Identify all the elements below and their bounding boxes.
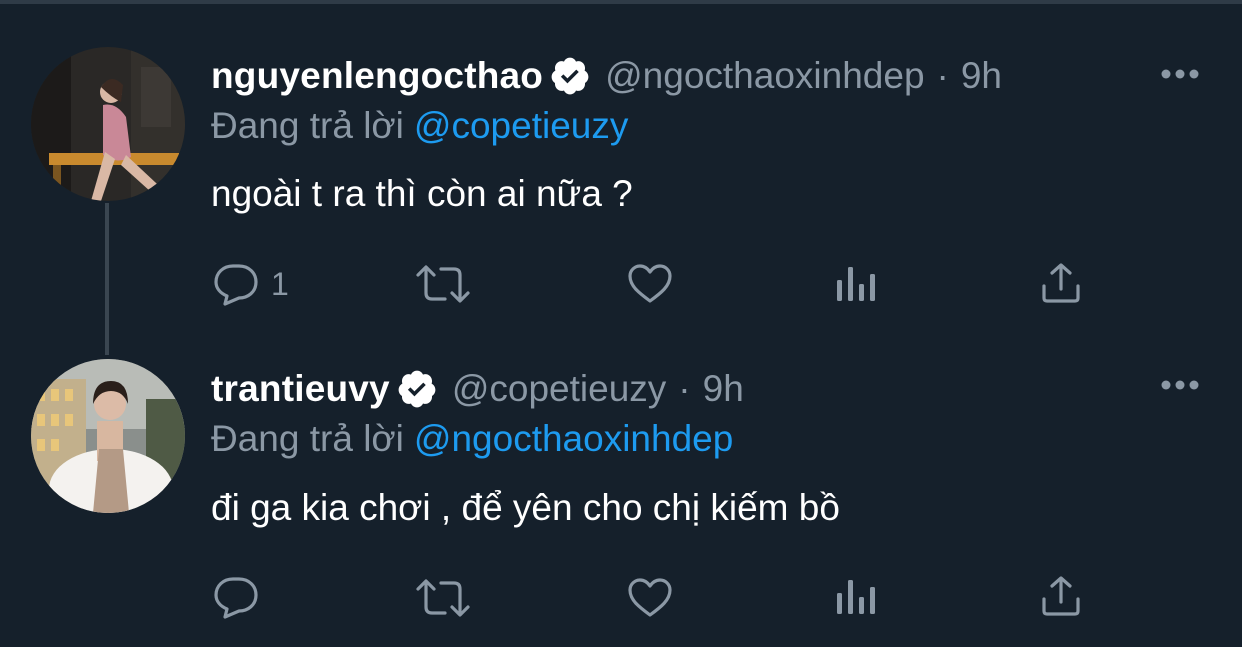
like-button[interactable] bbox=[627, 263, 673, 305]
display-name[interactable]: nguyenlengocthao bbox=[211, 55, 543, 97]
like-button[interactable] bbox=[627, 577, 673, 619]
analytics-icon bbox=[836, 577, 876, 615]
reply-icon bbox=[213, 262, 259, 306]
heart-icon bbox=[627, 263, 673, 305]
replying-to-label: Đang trả lời bbox=[211, 105, 404, 146]
more-options-icon[interactable] bbox=[1160, 378, 1200, 392]
timestamp[interactable]: 9h bbox=[703, 368, 744, 410]
replying-to-label: Đang trả lời bbox=[211, 418, 404, 459]
verified-badge-icon bbox=[396, 368, 438, 410]
avatar[interactable] bbox=[31, 47, 185, 201]
tweet-header: nguyenlengocthao @ngocthaoxinhdep · 9h bbox=[211, 48, 1002, 104]
reply-button[interactable] bbox=[213, 575, 271, 619]
replying-to: Đang trả lời @copetieuzy bbox=[211, 105, 628, 147]
share-button[interactable] bbox=[1040, 262, 1082, 304]
share-button[interactable] bbox=[1040, 575, 1082, 617]
more-options-icon[interactable] bbox=[1160, 67, 1200, 81]
retweet-button[interactable] bbox=[415, 263, 471, 305]
tweet-text: ngoài t ra thì còn ai nữa ? bbox=[211, 173, 633, 214]
separator-dot: · bbox=[936, 55, 949, 96]
separator-dot: · bbox=[678, 368, 691, 409]
user-handle[interactable]: @ngocthaoxinhdep bbox=[605, 55, 924, 97]
tweet-text: đi ga kia chơi , để yên cho chị kiếm bồ bbox=[211, 487, 840, 528]
user-handle[interactable]: @copetieuzy bbox=[452, 368, 666, 410]
replying-to-handle[interactable]: @copetieuzy bbox=[414, 105, 628, 146]
share-icon bbox=[1040, 262, 1082, 304]
retweet-icon bbox=[415, 577, 471, 619]
top-divider bbox=[0, 0, 1242, 4]
verified-badge-icon bbox=[549, 55, 591, 97]
retweet-button[interactable] bbox=[415, 577, 471, 619]
heart-icon bbox=[627, 577, 673, 619]
display-name[interactable]: trantieuvy bbox=[211, 368, 390, 410]
share-icon bbox=[1040, 575, 1082, 617]
analytics-button[interactable] bbox=[836, 577, 876, 615]
replying-to-handle[interactable]: @ngocthaoxinhdep bbox=[414, 418, 733, 459]
replying-to: Đang trả lời @ngocthaoxinhdep bbox=[211, 418, 733, 460]
avatar[interactable] bbox=[31, 359, 185, 513]
reply-button[interactable]: 1 bbox=[213, 262, 289, 306]
analytics-button[interactable] bbox=[836, 264, 876, 302]
thread-connector-line bbox=[105, 203, 109, 355]
reply-count: 1 bbox=[271, 265, 289, 302]
retweet-icon bbox=[415, 263, 471, 305]
analytics-icon bbox=[836, 264, 876, 302]
timestamp[interactable]: 9h bbox=[961, 55, 1002, 97]
reply-icon bbox=[213, 575, 259, 619]
tweet-header: trantieuvy @copetieuzy · 9h bbox=[211, 361, 744, 417]
